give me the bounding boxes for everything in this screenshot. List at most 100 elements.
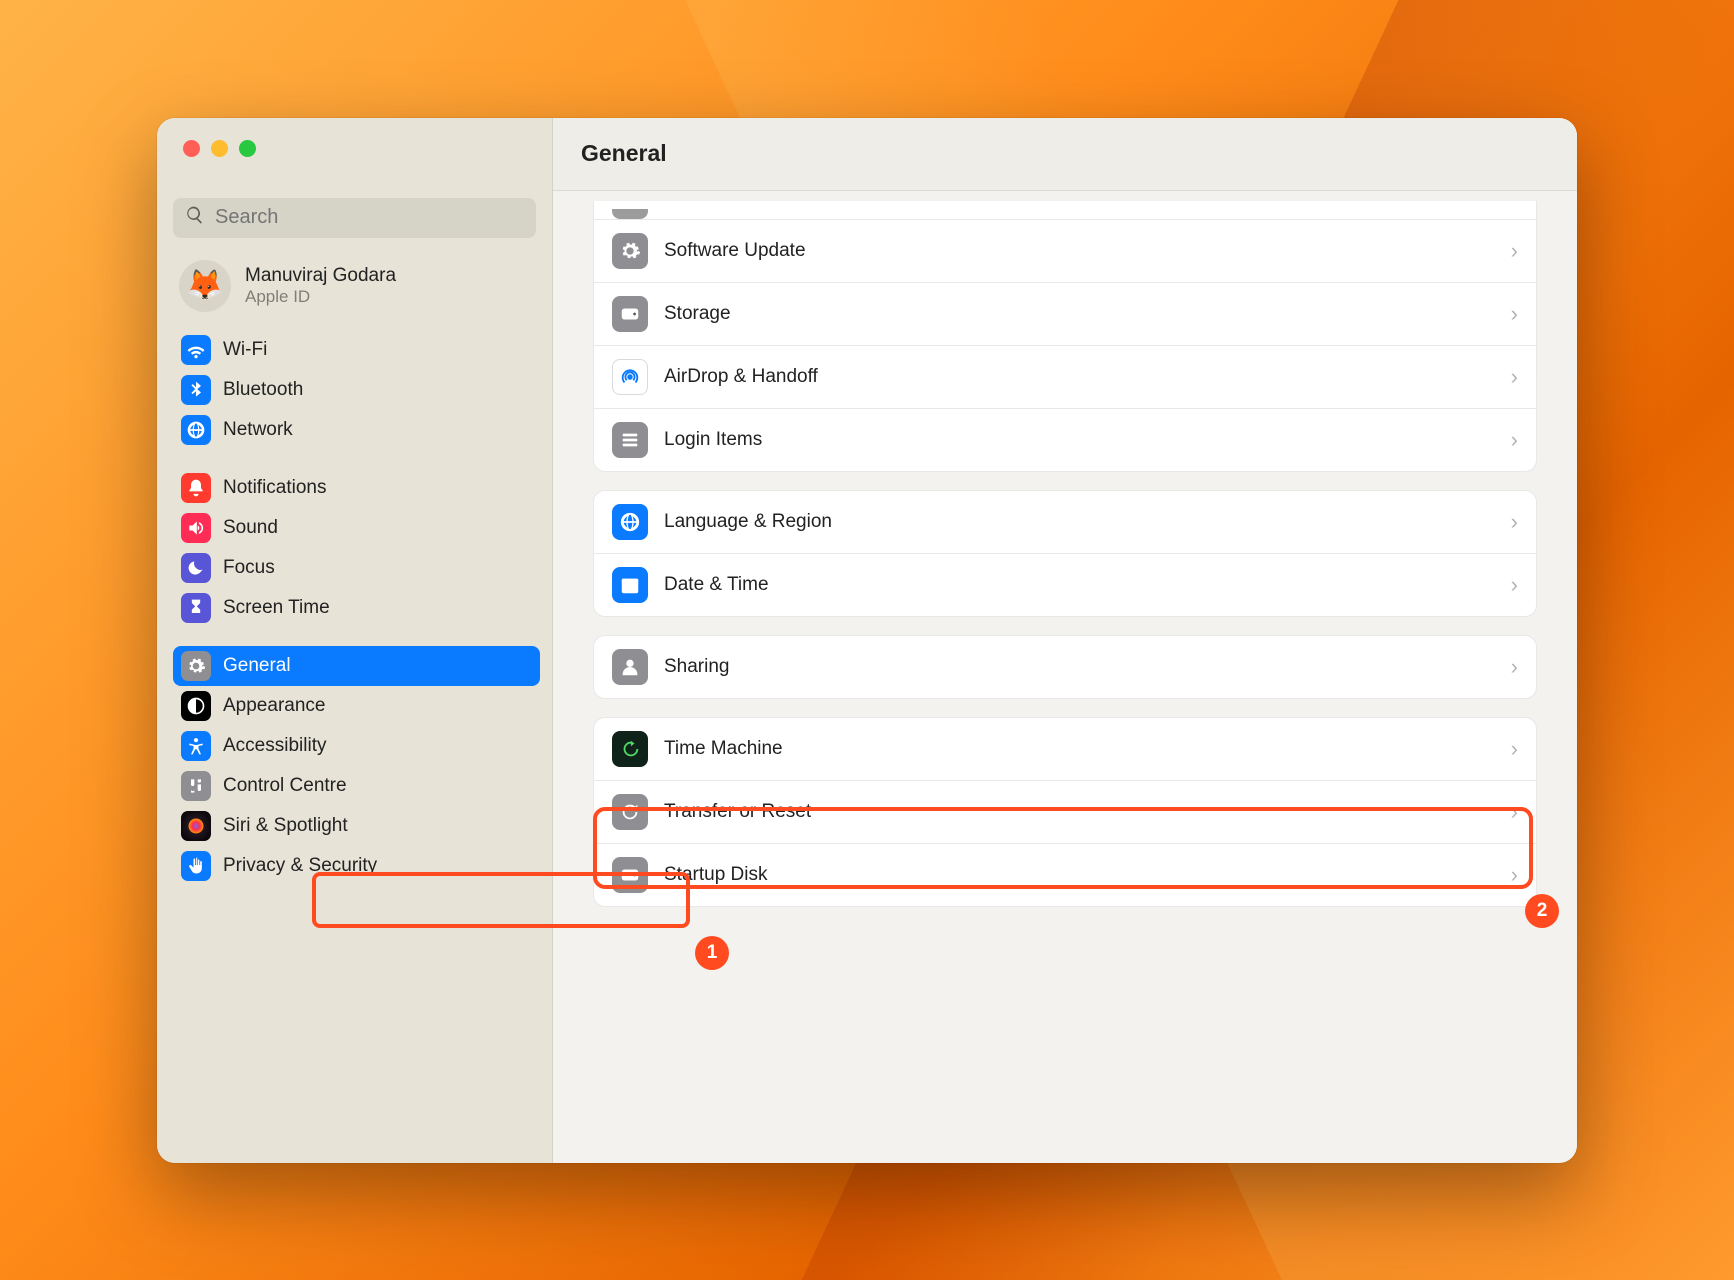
sidebar-item-label: Accessibility bbox=[223, 735, 326, 757]
gear-icon bbox=[181, 651, 211, 681]
chevron-right-icon: › bbox=[1511, 301, 1518, 327]
settings-row-label: Time Machine bbox=[664, 738, 1495, 760]
settings-group: Language & Region › Date & Time › bbox=[593, 490, 1537, 617]
sidebar-item-label: Wi-Fi bbox=[223, 339, 267, 361]
sidebar-item-focus[interactable]: Focus bbox=[173, 548, 540, 588]
settings-row-airdrop-handoff[interactable]: AirDrop & Handoff › bbox=[594, 345, 1536, 408]
gear-icon bbox=[612, 233, 648, 269]
sidebar-item-general[interactable]: General bbox=[173, 646, 540, 686]
chevron-right-icon: › bbox=[1511, 238, 1518, 264]
settings-row-language-region[interactable]: Language & Region › bbox=[594, 491, 1536, 553]
person-icon bbox=[612, 649, 648, 685]
settings-row-storage[interactable]: Storage› bbox=[594, 282, 1536, 345]
system-settings-window: 🦊 Manuviraj Godara Apple ID Wi-Fi Bluetoo… bbox=[157, 118, 1577, 1163]
clockback-icon bbox=[612, 731, 648, 767]
chevron-right-icon: › bbox=[1511, 736, 1518, 762]
content-scroll[interactable]: Software Update›Storage›AirDrop & Handof… bbox=[553, 191, 1577, 1163]
sidebar-item-wi-fi[interactable]: Wi-Fi bbox=[173, 330, 540, 370]
hand-icon bbox=[181, 851, 211, 881]
sidebar-item-label: General bbox=[223, 655, 291, 677]
moon-icon bbox=[181, 553, 211, 583]
chevron-right-icon: › bbox=[1511, 364, 1518, 390]
row-peek bbox=[594, 201, 1536, 220]
search-field[interactable] bbox=[173, 198, 536, 238]
chevron-right-icon: › bbox=[1511, 799, 1518, 825]
settings-row-login-items[interactable]: Login Items › bbox=[594, 408, 1536, 471]
accessibility-icon bbox=[181, 731, 211, 761]
speaker-icon bbox=[181, 513, 211, 543]
sidebar-item-control-centre[interactable]: Control Centre bbox=[173, 766, 540, 806]
settings-row-label: Startup Disk bbox=[664, 864, 1495, 886]
settings-row-label: Login Items bbox=[664, 429, 1495, 451]
settings-group: Software Update›Storage›AirDrop & Handof… bbox=[593, 201, 1537, 472]
sidebar-item-privacy-security[interactable]: Privacy & Security bbox=[173, 846, 540, 886]
appearance-icon bbox=[181, 691, 211, 721]
window-controls bbox=[157, 118, 552, 180]
list-icon bbox=[612, 422, 648, 458]
settings-row-sharing[interactable]: Sharing› bbox=[594, 636, 1536, 698]
reset-icon bbox=[612, 794, 648, 830]
sidebar-item-label: Bluetooth bbox=[223, 379, 303, 401]
sidebar-item-label: Sound bbox=[223, 517, 278, 539]
sidebar-item-label: Appearance bbox=[223, 695, 325, 717]
bluetooth-icon bbox=[181, 375, 211, 405]
sidebar-item-label: Control Centre bbox=[223, 775, 347, 797]
airdrop-icon bbox=[612, 359, 648, 395]
chevron-right-icon: › bbox=[1511, 509, 1518, 535]
disk-icon bbox=[612, 857, 648, 893]
sidebar-item-label: Notifications bbox=[223, 477, 327, 499]
sidebar-item-siri-spotlight[interactable]: Siri & Spotlight bbox=[173, 806, 540, 846]
account-subtitle: Apple ID bbox=[245, 287, 396, 307]
hourglass-icon bbox=[181, 593, 211, 623]
sidebar-item-label: Screen Time bbox=[223, 597, 330, 619]
globe-icon bbox=[181, 415, 211, 445]
sidebar-item-label: Privacy & Security bbox=[223, 855, 377, 877]
chevron-right-icon: › bbox=[1511, 427, 1518, 453]
bell-icon bbox=[181, 473, 211, 503]
siri-icon bbox=[181, 811, 211, 841]
main-panel: General Software Update›Storage›AirDrop … bbox=[553, 118, 1577, 1163]
sidebar-list: Wi-Fi Bluetooth Network Notifications Sound F… bbox=[157, 330, 552, 1163]
zoom-window-button[interactable] bbox=[239, 140, 256, 157]
sidebar-item-label: Focus bbox=[223, 557, 275, 579]
sidebar-item-label: Siri & Spotlight bbox=[223, 815, 348, 837]
sidebar-item-accessibility[interactable]: Accessibility bbox=[173, 726, 540, 766]
settings-row-label: AirDrop & Handoff bbox=[664, 366, 1495, 388]
sidebar-item-sound[interactable]: Sound bbox=[173, 508, 540, 548]
settings-row-label: Software Update bbox=[664, 240, 1495, 262]
sidebar-item-bluetooth[interactable]: Bluetooth bbox=[173, 370, 540, 410]
apple-id-account-row[interactable]: 🦊 Manuviraj Godara Apple ID bbox=[157, 252, 552, 330]
sidebar-item-appearance[interactable]: Appearance bbox=[173, 686, 540, 726]
settings-row-startup-disk[interactable]: Startup Disk › bbox=[594, 843, 1536, 906]
sidebar: 🦊 Manuviraj Godara Apple ID Wi-Fi Bluetoo… bbox=[157, 118, 553, 1163]
settings-row-software-update[interactable]: Software Update › bbox=[594, 220, 1536, 282]
titlebar: General bbox=[553, 118, 1577, 191]
annotation-badge-1: 1 bbox=[695, 936, 729, 970]
chevron-right-icon: › bbox=[1511, 572, 1518, 598]
chevron-right-icon: › bbox=[1511, 862, 1518, 888]
globe-icon bbox=[612, 504, 648, 540]
close-window-button[interactable] bbox=[183, 140, 200, 157]
settings-row-transfer-or-reset[interactable]: Transfer or Reset › bbox=[594, 780, 1536, 843]
search-input[interactable] bbox=[213, 205, 524, 230]
disk-icon bbox=[612, 296, 648, 332]
avatar: 🦊 bbox=[179, 260, 231, 312]
search-icon bbox=[185, 205, 205, 230]
minimize-window-button[interactable] bbox=[211, 140, 228, 157]
sidebar-item-label: Network bbox=[223, 419, 293, 441]
settings-row-label: Transfer or Reset bbox=[664, 801, 1495, 823]
control-icon bbox=[181, 771, 211, 801]
page-title: General bbox=[581, 140, 667, 167]
settings-row-time-machine[interactable]: Time Machine › bbox=[594, 718, 1536, 780]
sidebar-item-notifications[interactable]: Notifications bbox=[173, 468, 540, 508]
settings-group: Time Machine›Transfer or Reset›Startup D… bbox=[593, 717, 1537, 907]
settings-row-label: Sharing bbox=[664, 656, 1495, 678]
account-name: Manuviraj Godara bbox=[245, 265, 396, 287]
settings-row-label: Date & Time bbox=[664, 574, 1495, 596]
sidebar-item-network[interactable]: Network bbox=[173, 410, 540, 450]
sidebar-item-screen-time[interactable]: Screen Time bbox=[173, 588, 540, 628]
annotation-badge-2: 2 bbox=[1525, 894, 1559, 928]
settings-row-label: Language & Region bbox=[664, 511, 1495, 533]
settings-group: Sharing› bbox=[593, 635, 1537, 699]
settings-row-date-time[interactable]: Date & Time › bbox=[594, 553, 1536, 616]
